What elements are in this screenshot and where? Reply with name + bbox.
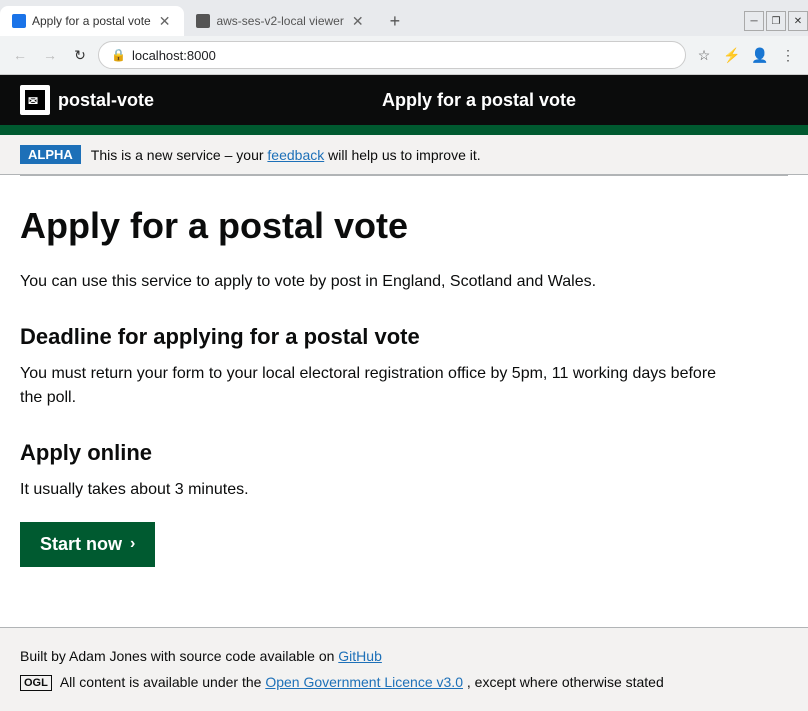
bookmarks-icon[interactable]: ☆ bbox=[692, 43, 716, 67]
alpha-text: This is a new service – your feedback wi… bbox=[91, 147, 481, 163]
lock-icon: 🔒 bbox=[111, 48, 126, 62]
tab-ses-viewer[interactable]: aws-ses-v2-local viewer ✕ bbox=[184, 6, 377, 36]
apply-online-text: It usually takes about 3 minutes. bbox=[20, 478, 740, 502]
tab-title-postal: Apply for a postal vote bbox=[32, 14, 151, 28]
window-controls: ─ ❐ ✕ bbox=[744, 11, 808, 31]
apply-online-heading: Apply online bbox=[20, 440, 740, 466]
footer: Built by Adam Jones with source code ava… bbox=[0, 627, 808, 711]
back-button[interactable]: ← bbox=[8, 43, 32, 67]
footer-built-by: Built by Adam Jones with source code ava… bbox=[20, 648, 788, 664]
forward-button[interactable]: → bbox=[38, 43, 62, 67]
start-now-button[interactable]: Start now › bbox=[20, 522, 155, 567]
ogl-text: All content is available under the Open … bbox=[60, 674, 664, 690]
ogl-logo: OGL bbox=[20, 675, 52, 691]
profile-icon[interactable]: 👤 bbox=[748, 43, 772, 67]
svg-text:✉: ✉ bbox=[28, 94, 38, 108]
browser-actions: ☆ ⚡ 👤 ⋮ bbox=[692, 43, 800, 67]
alpha-text-before: This is a new service – your bbox=[91, 147, 264, 163]
github-link[interactable]: GitHub bbox=[338, 648, 382, 664]
deadline-heading: Deadline for applying for a postal vote bbox=[20, 324, 740, 350]
tab-close-ses[interactable]: ✕ bbox=[350, 13, 366, 30]
intro-text: You can use this service to apply to vot… bbox=[20, 270, 740, 294]
crown-icon: ✉ bbox=[20, 85, 50, 115]
alpha-badge: ALPHA bbox=[20, 145, 81, 164]
minimize-button[interactable]: ─ bbox=[744, 11, 764, 31]
main-content: Apply for a postal vote You can use this… bbox=[0, 176, 760, 607]
gov-header: ✉ postal-vote Apply for a postal vote bbox=[0, 75, 808, 125]
start-now-label: Start now bbox=[40, 534, 122, 555]
page-heading: Apply for a postal vote bbox=[20, 206, 740, 246]
footer-built-text: Built by Adam Jones with source code ava… bbox=[20, 648, 334, 664]
tab-close-postal[interactable]: ✕ bbox=[157, 13, 173, 30]
restore-button[interactable]: ❐ bbox=[766, 11, 786, 31]
alpha-text-after: will help us to improve it. bbox=[328, 147, 481, 163]
logo-text: postal-vote bbox=[58, 90, 154, 111]
alpha-banner: ALPHA This is a new service – your feedb… bbox=[0, 135, 808, 175]
tab-postal-vote[interactable]: Apply for a postal vote ✕ bbox=[0, 6, 184, 36]
ogl-link[interactable]: Open Government Licence v3.0 bbox=[265, 674, 463, 690]
address-text: localhost:8000 bbox=[132, 48, 216, 63]
chevron-right-icon: › bbox=[130, 535, 135, 553]
gov-logo: ✉ postal-vote bbox=[20, 85, 154, 115]
deadline-text: You must return your form to your local … bbox=[20, 362, 740, 410]
browser-controls: ← → ↻ 🔒 localhost:8000 ☆ ⚡ 👤 ⋮ bbox=[0, 36, 808, 74]
close-button[interactable]: ✕ bbox=[788, 11, 808, 31]
footer-ogl: OGL All content is available under the O… bbox=[20, 674, 788, 691]
header-title: Apply for a postal vote bbox=[170, 90, 788, 111]
new-tab-button[interactable]: + bbox=[382, 11, 409, 32]
browser-tabs: Apply for a postal vote ✕ aws-ses-v2-loc… bbox=[0, 0, 808, 36]
menu-icon[interactable]: ⋮ bbox=[776, 43, 800, 67]
tab-favicon-ses bbox=[196, 14, 210, 28]
feedback-link[interactable]: feedback bbox=[267, 147, 324, 163]
progress-bar bbox=[0, 125, 808, 135]
tab-favicon-postal bbox=[12, 14, 26, 28]
address-bar[interactable]: 🔒 localhost:8000 bbox=[98, 41, 686, 69]
reload-button[interactable]: ↻ bbox=[68, 43, 92, 67]
ogl-prefix: All content is available under the bbox=[60, 674, 262, 690]
tab-title-ses: aws-ses-v2-local viewer bbox=[216, 14, 343, 28]
ogl-suffix: , except where otherwise stated bbox=[467, 674, 664, 690]
browser-chrome: Apply for a postal vote ✕ aws-ses-v2-loc… bbox=[0, 0, 808, 75]
extensions-icon[interactable]: ⚡ bbox=[720, 43, 744, 67]
